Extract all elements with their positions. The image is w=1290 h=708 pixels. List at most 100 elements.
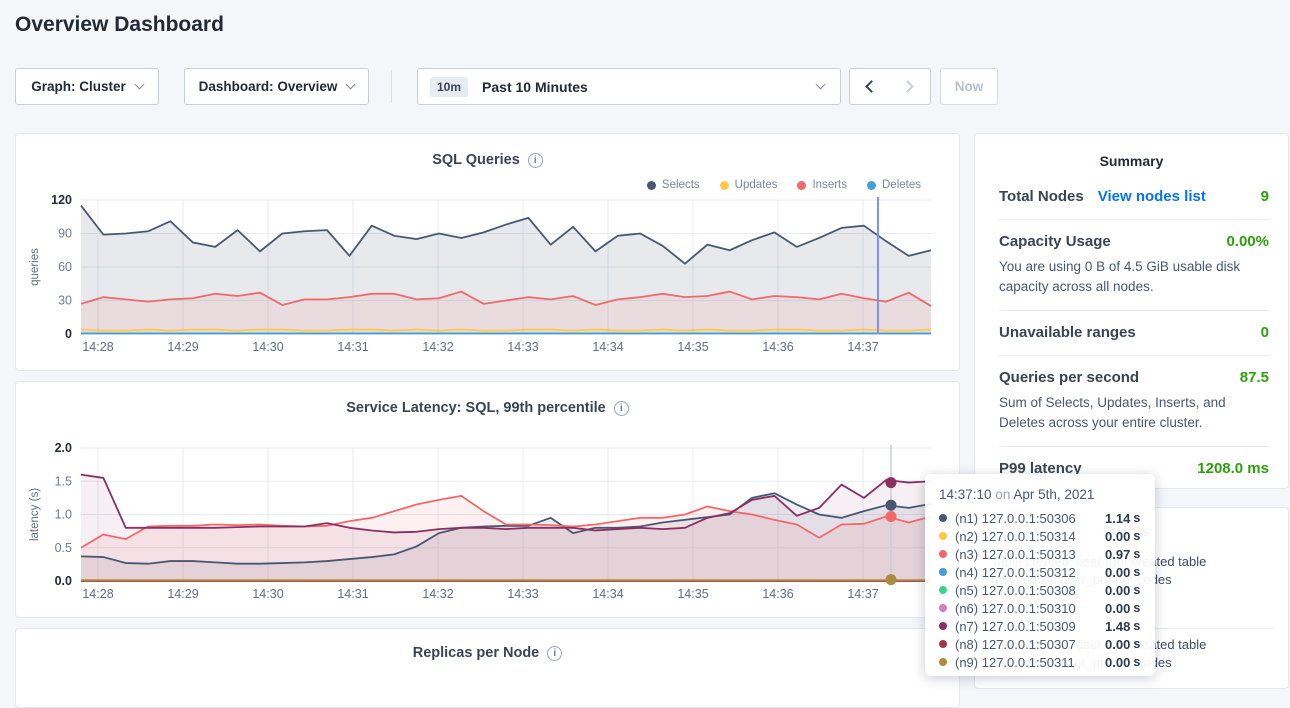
view-nodes-list-link[interactable]: View nodes list [1098, 188, 1206, 205]
y-tick-label: 90 [58, 227, 72, 241]
summary-row-value: 0 [1261, 324, 1269, 341]
hover-point-dot [885, 500, 896, 511]
x-tick-label: 14:29 [167, 587, 198, 601]
latency-panel: Service Latency: SQL, 99th percentile i … [15, 381, 960, 618]
summary-row-value: 1208.0 ms [1197, 460, 1269, 477]
node-latency-value: 1.14 [1105, 511, 1130, 526]
time-range-label: Past 10 Minutes [482, 79, 817, 95]
x-tick-label: 14:34 [592, 587, 623, 601]
node-address: (n6) 127.0.0.1:50310 [955, 601, 1105, 616]
tooltip-node-row: (n7) 127.0.0.1:503091.48s [939, 617, 1141, 635]
summary-row-label: Capacity Usage [999, 233, 1111, 250]
tooltip-timestamp: 14:37:10 on Apr 5th, 2021 [939, 487, 1141, 502]
time-range-selector[interactable]: 10m Past 10 Minutes [417, 68, 841, 105]
node-color-dot [939, 586, 947, 594]
node-latency-value: 0.00 [1105, 655, 1130, 670]
node-latency-unit: s [1133, 619, 1140, 633]
page-title: Overview Dashboard [15, 13, 224, 37]
y-tick-label: 0.0 [55, 574, 72, 588]
x-tick-label: 14:31 [337, 587, 368, 601]
node-color-dot [939, 568, 947, 576]
tooltip-node-row: (n1) 127.0.0.1:503061.14s [939, 509, 1141, 527]
replicas-panel: Replicas per Node i [15, 628, 960, 708]
chart-hover-tooltip: 14:37:10 on Apr 5th, 2021 (n1) 127.0.0.1… [925, 474, 1155, 676]
summary-row-value: 0.00% [1226, 233, 1269, 250]
node-latency-unit: s [1133, 601, 1140, 615]
y-tick-label: 0 [65, 327, 72, 341]
x-tick-label: 14:37 [847, 340, 878, 354]
node-latency-unit: s [1133, 547, 1140, 561]
node-address: (n9) 127.0.0.1:50311 [955, 655, 1105, 670]
y-tick-label: 2.0 [55, 441, 72, 455]
x-tick-label: 14:32 [422, 340, 453, 354]
node-latency-value: 0.00 [1105, 601, 1130, 616]
node-latency-value: 0.00 [1105, 529, 1130, 544]
chevron-down-icon [816, 80, 826, 90]
tooltip-node-row: (n5) 127.0.0.1:503080.00s [939, 581, 1141, 599]
node-color-dot [939, 532, 947, 540]
summary-row: Total NodesView nodes list9 [999, 175, 1269, 220]
summary-rows: Total NodesView nodes list9Capacity Usag… [975, 175, 1288, 491]
node-address: (n5) 127.0.0.1:50308 [955, 583, 1105, 598]
graph-dropdown-label: Graph: Cluster [31, 79, 126, 94]
node-color-dot [939, 622, 947, 630]
node-color-dot [939, 550, 947, 558]
y-axis-title: latency (s) [29, 488, 41, 541]
info-icon[interactable]: i [547, 646, 562, 661]
chevron-down-icon [134, 80, 144, 90]
x-tick-label: 14:32 [422, 587, 453, 601]
x-tick-label: 14:33 [507, 587, 538, 601]
y-tick-label: 1.5 [55, 474, 72, 488]
node-latency-value: 0.00 [1105, 565, 1130, 580]
time-back-button[interactable] [849, 68, 890, 105]
x-tick-label: 14:31 [337, 340, 368, 354]
summary-row-value: 9 [1261, 188, 1269, 205]
summary-row: Unavailable ranges0 [999, 311, 1269, 356]
sql-queries-chart[interactable]: 14:2814:2914:3014:3114:3214:3314:3414:35… [16, 134, 961, 372]
x-tick-label: 14:33 [507, 340, 538, 354]
node-address: (n8) 127.0.0.1:50307 [955, 637, 1105, 652]
sql-queries-panel: SQL Queries i SelectsUpdatesInsertsDelet… [15, 133, 960, 371]
tooltip-node-row: (n4) 127.0.0.1:503120.00s [939, 563, 1141, 581]
summary-row: Capacity Usage0.00%You are using 0 B of … [999, 220, 1269, 311]
now-button[interactable]: Now [940, 68, 998, 105]
node-latency-value: 1.48 [1105, 619, 1130, 634]
hover-point-dot [885, 574, 896, 585]
node-latency-unit: s [1133, 583, 1140, 597]
summary-row: Queries per second87.5Sum of Selects, Up… [999, 356, 1269, 447]
x-tick-label: 14:36 [762, 340, 793, 354]
summary-title: Summary [975, 134, 1288, 175]
node-color-dot [939, 658, 947, 666]
hover-point-dot [885, 511, 896, 522]
tooltip-rows: (n1) 127.0.0.1:503061.14s(n2) 127.0.0.1:… [939, 509, 1141, 671]
graph-dropdown[interactable]: Graph: Cluster [15, 68, 159, 105]
y-tick-label: 60 [58, 260, 72, 274]
dashboard-dropdown-label: Dashboard: Overview [199, 79, 338, 94]
x-tick-label: 14:37 [847, 587, 878, 601]
node-color-dot [939, 640, 947, 648]
node-latency-value: 0.97 [1105, 547, 1130, 562]
latency-chart[interactable]: 14:2814:2914:3014:3114:3214:3314:3414:35… [16, 382, 961, 619]
controls-divider [391, 70, 392, 103]
y-tick-label: 1.0 [55, 508, 72, 522]
node-latency-value: 0.00 [1105, 637, 1130, 652]
chevron-right-icon [901, 80, 914, 93]
dashboard-dropdown[interactable]: Dashboard: Overview [184, 68, 369, 105]
node-address: (n3) 127.0.0.1:50313 [955, 547, 1105, 562]
time-forward-button[interactable] [889, 68, 931, 105]
x-tick-label: 14:35 [677, 340, 708, 354]
x-tick-label: 14:34 [592, 340, 623, 354]
summary-row-value: 87.5 [1240, 369, 1269, 386]
node-address: (n1) 127.0.0.1:50306 [955, 511, 1105, 526]
replicas-title-text: Replicas per Node [413, 645, 540, 661]
x-tick-label: 14:28 [82, 587, 113, 601]
y-tick-label: 0.5 [55, 541, 72, 555]
y-axis-title: queries [29, 248, 41, 286]
x-tick-label: 14:28 [82, 340, 113, 354]
node-color-dot [939, 514, 947, 522]
tooltip-node-row: (n9) 127.0.0.1:503110.00s [939, 653, 1141, 671]
x-tick-label: 14:36 [762, 587, 793, 601]
y-tick-label: 30 [58, 294, 72, 308]
tooltip-node-row: (n3) 127.0.0.1:503130.97s [939, 545, 1141, 563]
tooltip-on: on [995, 487, 1010, 502]
